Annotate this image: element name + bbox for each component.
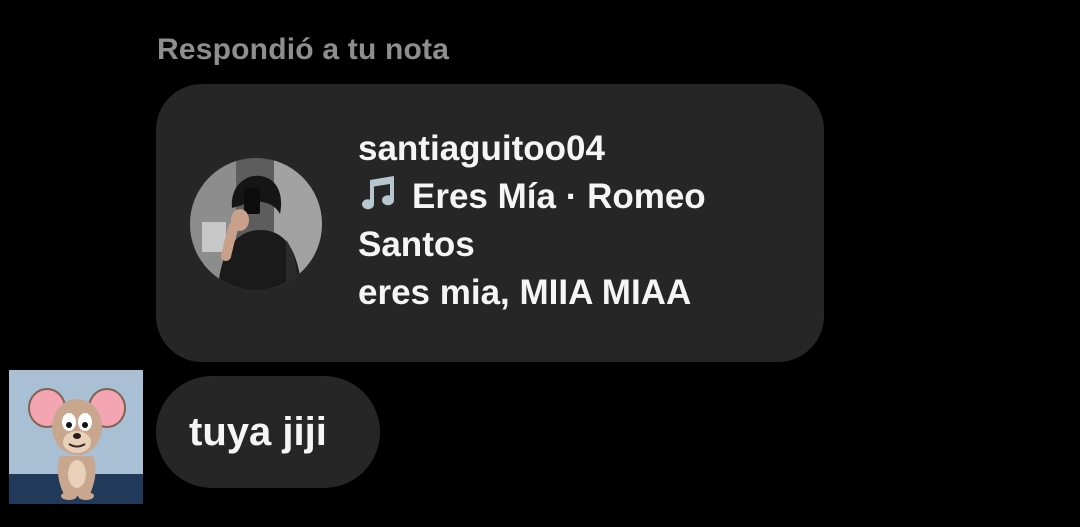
note-username[interactable]: santiaguitoo04 bbox=[358, 126, 798, 171]
note-reply-bubble[interactable]: santiaguitoo04 Eres Mía · Romeo Santos e… bbox=[156, 84, 824, 362]
note-content: santiaguitoo04 Eres Mía · Romeo Santos e… bbox=[358, 126, 798, 317]
message-text: tuya jiji bbox=[189, 410, 327, 454]
music-note-icon bbox=[362, 176, 395, 210]
sender-avatar[interactable] bbox=[9, 370, 143, 504]
avatar-photo bbox=[190, 158, 322, 290]
message-bubble[interactable]: tuya jiji bbox=[156, 376, 380, 488]
note-author-avatar[interactable] bbox=[190, 158, 322, 290]
note-song-line[interactable]: Eres Mía · Romeo Santos bbox=[358, 173, 798, 269]
reply-caption: Respondió a tu nota bbox=[157, 33, 450, 66]
note-song-title: Eres Mía · Romeo Santos bbox=[358, 177, 706, 264]
mouse-cartoon-avatar bbox=[9, 370, 143, 504]
note-text: eres mia, MIIA MIAA bbox=[358, 273, 692, 312]
